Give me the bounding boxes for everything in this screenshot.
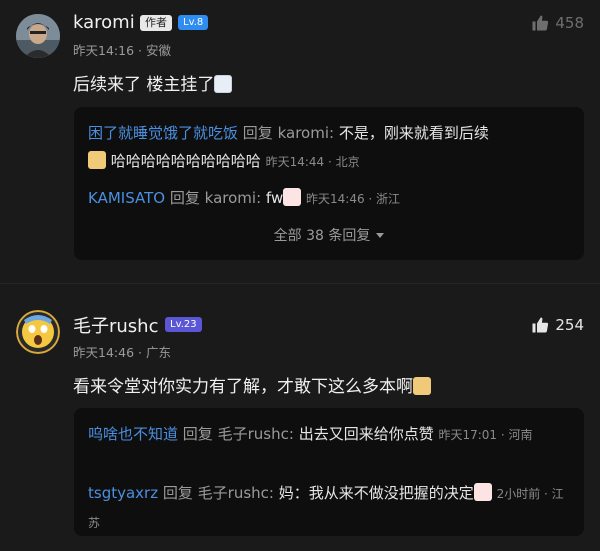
like-button[interactable]: 458 bbox=[531, 14, 584, 32]
post-meta: 昨天14:46 · 广东 bbox=[73, 345, 171, 360]
comment-text: 后续来了 楼主挂了 bbox=[73, 70, 233, 95]
reply-text: 不是，刚来就看到后续 bbox=[338, 124, 489, 142]
reply-time: 昨天14:44 · 北京 bbox=[265, 155, 360, 169]
thumbs-up-icon bbox=[532, 317, 549, 333]
sticker-icon bbox=[214, 75, 233, 93]
post-meta: 昨天14:16 · 安徽 bbox=[73, 43, 171, 58]
comment-text: 看来令堂对你实力有了解，才敢下这么多本啊 bbox=[73, 372, 431, 397]
reply-item[interactable]: KAMISATO 回复 karomi: fw 昨天14:46 · 浙江 bbox=[88, 184, 570, 213]
thumbs-up-icon bbox=[532, 15, 549, 31]
reply-item[interactable]: tsgtyaxrz 回复 毛子rushc: 妈：我从来不做没把握的决定 2小时前… bbox=[88, 479, 570, 537]
reply-text: 出去又回来给你点赞 bbox=[298, 425, 434, 443]
reply-item[interactable]: 呜啥也不知道 回复 毛子rushc: 出去又回来给你点赞 昨天17:01 · 河… bbox=[88, 420, 570, 449]
level-badge: Lv.23 bbox=[165, 317, 202, 332]
view-all-replies-button[interactable]: 全部 38 条回复 bbox=[74, 225, 584, 245]
shy-sticker-icon bbox=[473, 483, 492, 501]
reply-target[interactable]: karomi bbox=[205, 189, 256, 207]
reply-author[interactable]: KAMISATO bbox=[88, 189, 165, 207]
reply-author[interactable]: tsgtyaxrz bbox=[88, 484, 158, 502]
username[interactable]: 毛子rushc bbox=[73, 312, 159, 338]
reply-target[interactable]: karomi bbox=[278, 124, 329, 142]
like-count: 254 bbox=[555, 316, 584, 334]
level-badge: Lv.8 bbox=[178, 15, 209, 30]
reply-target[interactable]: 毛子rushc bbox=[198, 484, 269, 502]
reply-time: 昨天14:46 · 浙江 bbox=[306, 192, 401, 206]
reply-author[interactable]: 困了就睡觉饿了就吃饭 bbox=[88, 124, 238, 142]
like-button[interactable]: 254 bbox=[531, 316, 584, 334]
reply-author[interactable]: 呜啥也不知道 bbox=[88, 425, 178, 443]
username[interactable]: karomi bbox=[73, 12, 135, 33]
reply-list: 呜啥也不知道 回复 毛子rushc: 出去又回来给你点赞 昨天17:01 · 河… bbox=[74, 408, 584, 536]
reply-text: fw bbox=[265, 189, 284, 207]
comment-maozi: 毛子rushc Lv.23 昨天14:46 · 广东 254 看来令堂对你实力有… bbox=[0, 283, 600, 551]
comment-karomi: karomi 作者 Lv.8 昨天14:16 · 安徽 458 后续来了 楼主挂… bbox=[0, 0, 600, 283]
author-badge: 作者 bbox=[140, 15, 172, 31]
avatar[interactable] bbox=[16, 14, 60, 58]
dog-sticker-icon bbox=[88, 151, 106, 169]
dog-sticker-icon bbox=[413, 377, 431, 395]
like-count: 458 bbox=[555, 14, 584, 32]
reply-item[interactable]: 困了就睡觉饿了就吃饭 回复 karomi: 不是，刚来就看到后续 哈哈哈哈哈哈哈… bbox=[88, 119, 570, 176]
shy-sticker-icon bbox=[283, 188, 302, 206]
reply-time: 昨天17:01 · 河南 bbox=[438, 428, 533, 442]
avatar[interactable] bbox=[16, 310, 60, 354]
chevron-down-icon bbox=[376, 233, 385, 238]
reply-text-2: 哈哈哈哈哈哈哈哈哈哈 bbox=[110, 152, 261, 170]
reply-list: 困了就睡觉饿了就吃饭 回复 karomi: 不是，刚来就看到后续 哈哈哈哈哈哈哈… bbox=[74, 107, 584, 260]
reply-target[interactable]: 毛子rushc bbox=[218, 425, 289, 443]
reply-text: 妈：我从来不做没把握的决定 bbox=[278, 484, 474, 502]
